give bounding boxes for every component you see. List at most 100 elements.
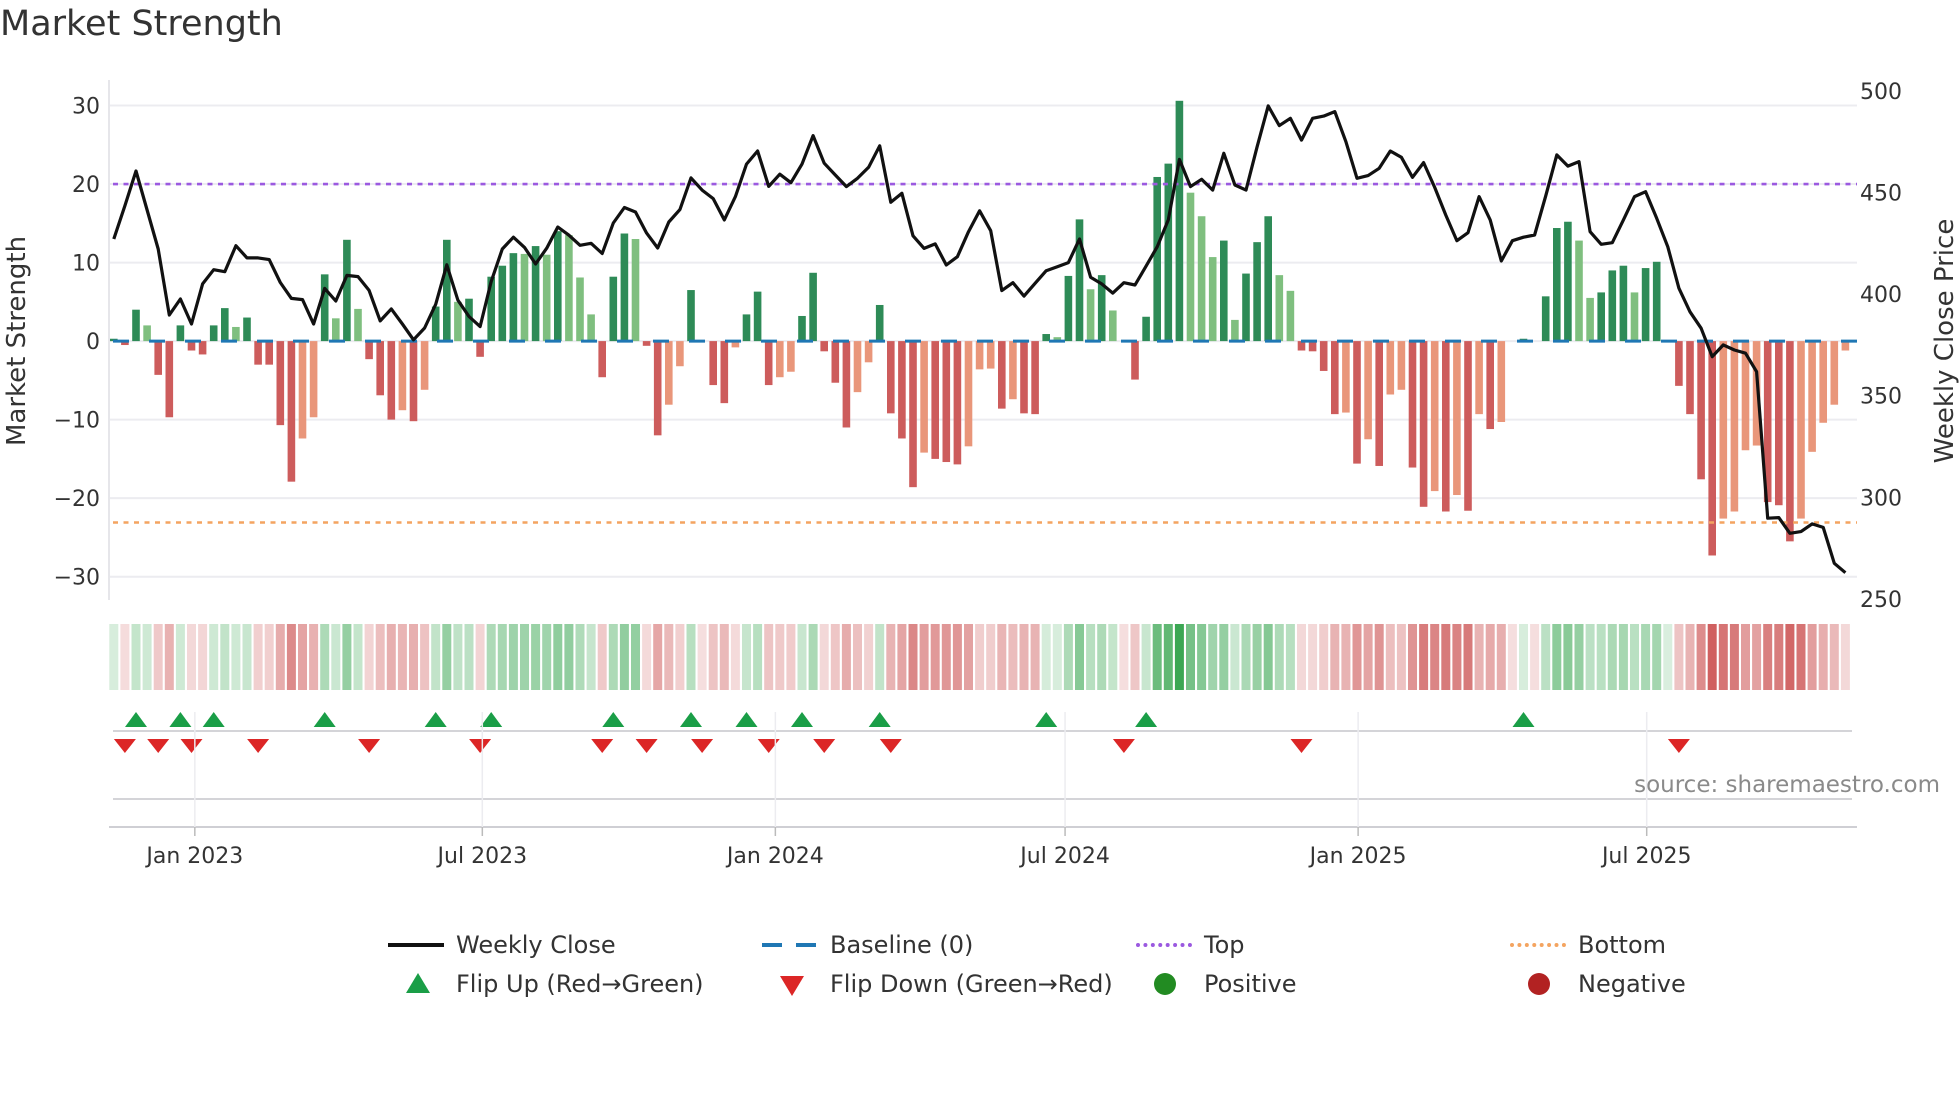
y-tick-label: 10 [72,252,100,277]
triangle-down-icon [758,967,822,1001]
weekly-close-polyline [112,104,1847,574]
y-axis-label: Market Strength [2,236,32,446]
flip-up-marker [424,712,447,727]
strength-bar [1342,341,1350,413]
y-tick-label: −10 [54,409,100,434]
heat-strip-cell [1385,624,1395,690]
x-tick-label: Jul 2024 [1018,844,1110,869]
heat-strip-cell [841,624,851,690]
strength-bar [631,239,640,342]
heat-strip-cell [997,624,1007,690]
strength-bar [265,341,273,365]
heat-strip-cell [253,624,263,690]
legend-positive: Positive [1132,967,1297,1001]
heat-strip-cell [1396,624,1406,690]
strength-bar [1020,341,1028,414]
strength-bar [820,341,828,352]
heat-strip-cell [1441,624,1451,690]
y2-tick-label: 500 [1860,80,1902,105]
y2-tick-label: 400 [1860,283,1902,308]
flip-down-marker [879,739,902,753]
flip-down-marker [247,739,270,753]
strength-bar [953,341,962,465]
flip-markers [113,712,1690,753]
y2-axis-label: Weekly Close Price [1930,219,1960,464]
strength-bar [1730,341,1739,512]
heat-strip-cell [1652,624,1662,690]
heat-strip-cell [808,624,818,690]
heat-strip-cell [1363,624,1373,690]
heat-strip-cell [508,624,518,690]
x-tick-label: Jan 2025 [1308,844,1407,869]
heat-strip-cell [531,624,541,690]
heat-strip-cell [697,624,707,690]
flip-down-marker [813,739,836,753]
strength-bar [1208,257,1217,342]
strength-bar [920,341,928,453]
heat-strip-cell [764,624,774,690]
legend-label: Baseline (0) [830,931,974,959]
heat-strip-cell [1419,624,1429,690]
strength-bar [853,341,862,393]
heat-strip-cell [1752,624,1762,690]
strength-bar [542,254,551,342]
strength-bar [1830,341,1839,405]
strength-bar [1630,292,1639,342]
strength-bar [1042,334,1050,342]
heat-strip-cell [1663,624,1673,690]
strength-bar [1819,341,1827,423]
heat-strip-cell [1197,624,1207,690]
y-tick-label: 30 [72,95,100,120]
heat-strip-cell [1108,624,1118,690]
legend-label: Top [1204,931,1245,959]
strength-bar [598,341,606,378]
heat-strip-cell [1163,624,1173,690]
heat-strip-cell [475,624,485,690]
heat-strip-cell [386,624,396,690]
heat-strip-cell [242,624,252,690]
flip-down-marker [358,739,381,753]
heat-strip-cell [431,624,441,690]
heat-strip-cell [753,624,763,690]
heat-strip-cell [1507,624,1517,690]
heat-strip-cell [1230,624,1240,690]
heat-strip-cell [1718,624,1728,690]
strength-bar [1220,240,1228,342]
heat-strip-cell [1008,624,1018,690]
strength-bar [587,314,595,342]
flip-down-marker [113,739,136,753]
strength-bar [1719,341,1728,519]
heat-strip-cell [1785,624,1795,690]
strength-bar [975,341,984,370]
weekly-close-line [112,104,1847,574]
legend-label: Flip Up (Red→Green) [456,970,704,998]
heat-strip-cell [375,624,385,690]
heat-strip-cell [175,624,185,690]
y-tick-label: −20 [54,487,100,512]
heat-strip-cell [1807,624,1817,690]
heat-strip-cell [1452,624,1462,690]
heat-strip-cell [1607,624,1617,690]
heat-strip-cell [1308,624,1318,690]
strength-bar [676,341,684,367]
strength-bar [387,341,396,420]
heat-strip-cell [830,624,840,690]
strength-bar [1797,341,1805,519]
heat-strip-cell [664,624,674,690]
strength-bar [665,341,673,405]
heat-strip-cell [608,624,618,690]
heat-strip-cell [1552,624,1562,690]
y-tick-label: −30 [54,566,100,591]
heat-strip-cell [1408,624,1417,690]
heat-strip-cell [364,624,374,690]
strength-bar [454,301,462,342]
heat-strip-cell [1252,624,1262,690]
heat-strip-cell [220,624,230,690]
strength-bar [209,325,218,342]
heat-strip-cell [597,624,607,690]
strength-bar [1064,275,1073,342]
circle-red-icon [1506,967,1570,1001]
heat-strip-cell [109,624,119,690]
heat-strip-cell [686,624,696,690]
circle-green-icon [1132,967,1196,1001]
